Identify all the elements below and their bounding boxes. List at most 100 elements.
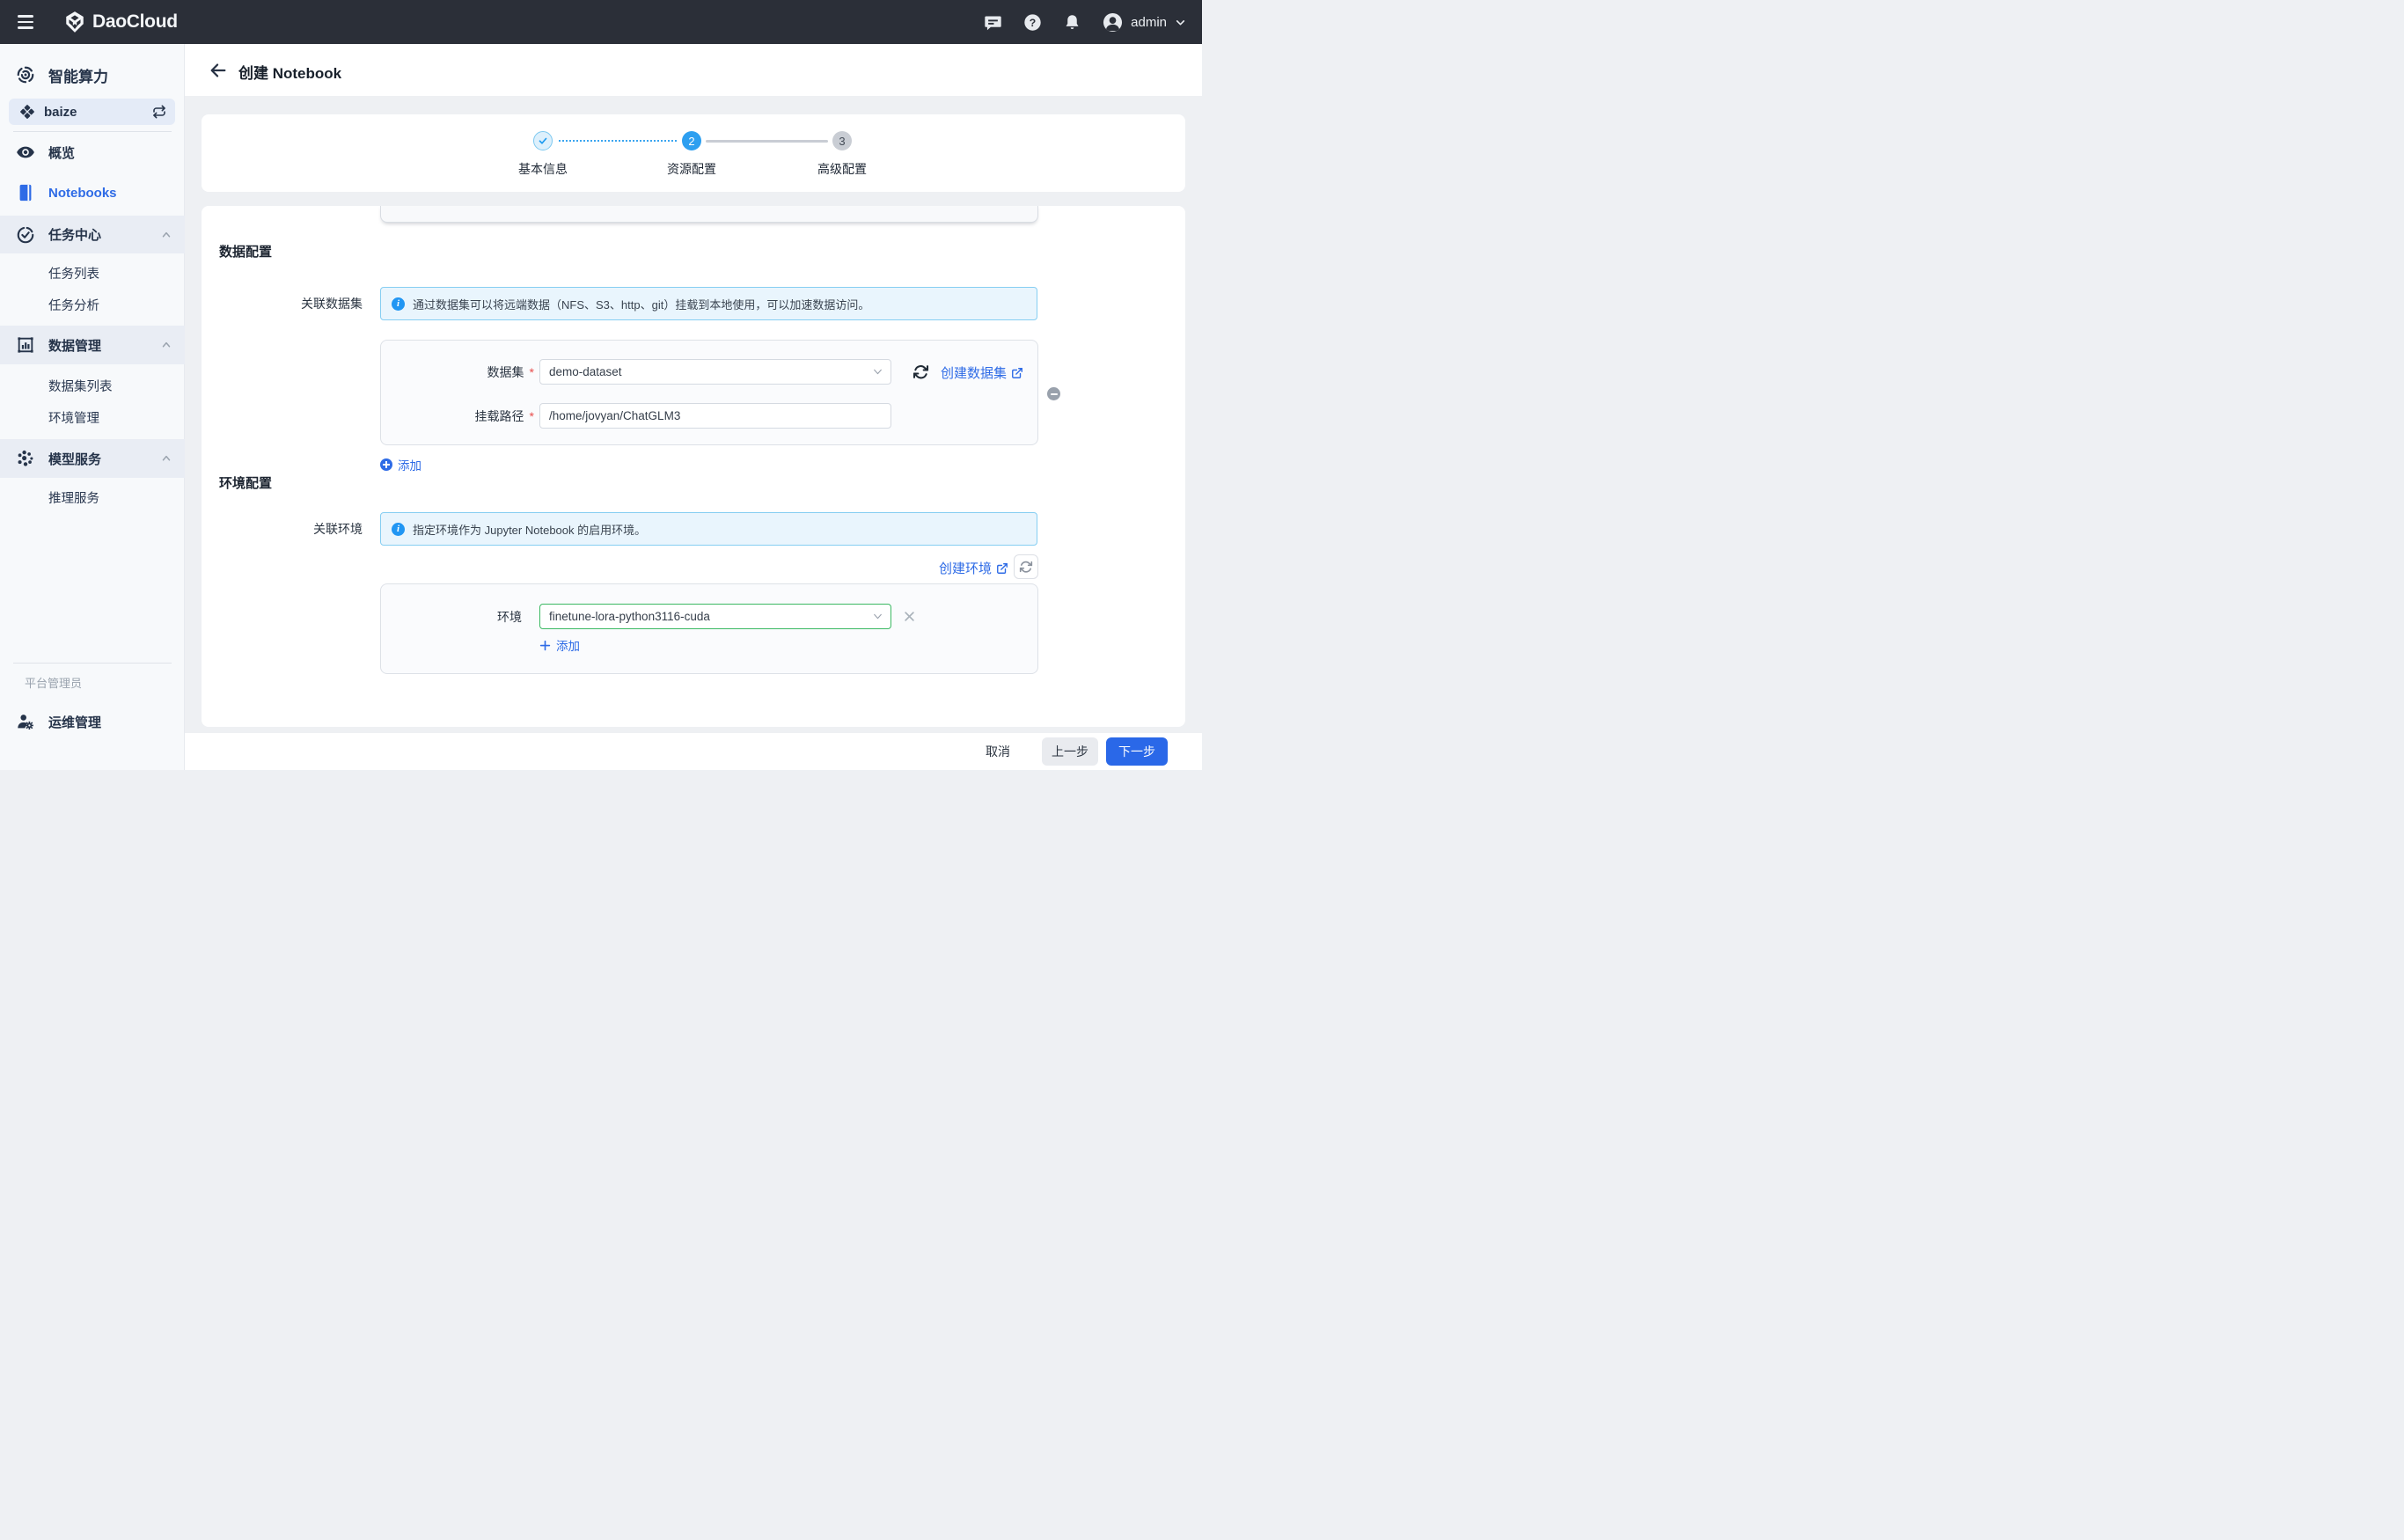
external-link-icon [1011,367,1023,379]
sidebar-product[interactable]: 智能算力 [0,59,185,91]
stepper-connector-pending [706,140,828,143]
sidebar-divider [13,131,172,132]
required-mark: * [530,409,534,423]
stepper-connector-done [559,140,677,142]
notifications-bell-icon[interactable] [1063,13,1081,32]
dataset-info-banner: i 通过数据集可以将远端数据（NFS、S3、http、git）挂载到本地使用，可… [380,287,1037,320]
sidebar-item-inference-svc[interactable]: 推理服务 [0,481,185,513]
mount-path-field-label: 挂载路径* [381,403,534,429]
refresh-icon [1019,560,1033,574]
remove-dataset-button[interactable] [1047,387,1060,400]
eye-icon [16,143,35,162]
main-area: 创建 Notebook 2 3 基本信息 资源配置 高级配置 数据配置 关联数据… [185,44,1202,770]
sidebar-product-label: 智能算力 [48,64,108,86]
form-card: 数据配置 关联数据集 i 通过数据集可以将远端数据（NFS、S3、http、gi… [202,206,1185,727]
chevron-down-icon [872,366,883,378]
remove-env-icon[interactable] [903,610,916,623]
sidebar-group-label: 任务中心 [48,225,101,244]
sidebar-item-dataset-list[interactable]: 数据集列表 [0,370,185,401]
sidebar-item-notebooks[interactable]: Notebooks [0,177,185,209]
svg-text:?: ? [1030,16,1036,28]
cancel-button[interactable]: 取消 [986,743,1010,760]
create-env-link[interactable]: 创建环境 [939,559,1008,577]
sidebar-item-env-mgmt[interactable]: 环境管理 [0,401,185,433]
chevron-down-icon [872,611,883,622]
brand-name: DaoCloud [92,11,178,33]
env-field-label: 环境 [381,604,522,629]
chevron-up-icon [160,452,172,465]
help-icon[interactable]: ? [1023,13,1042,32]
workspace-switch-icon[interactable] [152,105,166,119]
workspace-name: baize [44,105,77,120]
avatar [1103,12,1123,33]
sidebar: 智能算力 baize 概览 Notebooks 任务中心 任务列表 [0,44,185,770]
step-3-label: 高级配置 [798,160,886,178]
info-icon: i [392,523,405,536]
previous-step-button[interactable]: 上一步 [1042,737,1098,766]
workspace-selector[interactable]: baize [9,99,175,125]
chevron-down-icon [1175,17,1186,28]
top-bar: DaoCloud ? admin [0,0,1202,44]
add-env-button[interactable]: 添加 [539,636,580,654]
sidebar-group-task-center[interactable]: 任务中心 [0,216,185,253]
sidebar-item-task-analysis[interactable]: 任务分析 [0,289,185,320]
notebook-book-icon [16,183,35,202]
workspace-diamond-icon [19,104,35,120]
step-1-label: 基本信息 [499,160,587,178]
env-config-heading: 环境配置 [219,473,272,492]
wizard-footer: 取消 上一步 下一步 [185,733,1202,770]
model-nodes-icon [16,449,35,468]
env-group-card: 环境 finetune-lora-python3116-cuda 添加 [380,583,1038,674]
step-2-active[interactable]: 2 [682,131,701,150]
back-arrow-icon[interactable] [209,61,228,80]
sidebar-item-label: 运维管理 [48,713,101,731]
sidebar-item-task-list[interactable]: 任务列表 [0,257,185,289]
data-config-heading: 数据配置 [219,242,272,260]
compute-target-icon [16,65,35,84]
next-step-button[interactable]: 下一步 [1106,737,1168,766]
sidebar-item-ops-mgmt[interactable]: 运维管理 [0,706,185,737]
page-header: 创建 Notebook [185,44,1202,96]
ops-user-gear-icon [16,712,35,731]
sidebar-group-model-svc[interactable]: 模型服务 [0,439,185,478]
step-2-label: 资源配置 [648,160,736,178]
external-link-icon [996,562,1008,575]
plus-circle-icon [380,458,392,471]
sidebar-item-label: 任务分析 [48,296,99,314]
menu-icon[interactable] [18,12,35,32]
sidebar-item-label: 任务列表 [48,264,99,282]
sidebar-item-overview[interactable]: 概览 [0,136,185,168]
add-dataset-button[interactable]: 添加 [380,456,421,473]
mount-path-input[interactable] [539,403,891,429]
required-mark: * [530,365,534,379]
step-3-pending[interactable]: 3 [832,131,852,150]
sidebar-group-label: 数据管理 [48,336,101,355]
scrolled-field-partial[interactable] [380,206,1038,223]
daocloud-logo-icon [63,11,86,33]
check-icon [538,136,548,146]
data-chart-frame-icon [16,335,35,355]
sidebar-group-data-mgmt[interactable]: 数据管理 [0,326,185,364]
dataset-group-card: 数据集* demo-dataset 创建数据集 挂载路径* [380,340,1038,445]
chevron-up-icon [160,339,172,351]
sidebar-item-label: Notebooks [48,186,117,201]
sidebar-item-label: 数据集列表 [48,377,113,395]
plus-icon [539,640,551,651]
env-select[interactable]: finetune-lora-python3116-cuda [539,604,891,629]
task-check-circle-icon [16,225,35,245]
brand-logo[interactable]: DaoCloud [63,0,178,44]
refresh-datasets-icon[interactable] [912,363,929,380]
dataset-assoc-label: 关联数据集 [202,295,363,312]
refresh-envs-button[interactable] [1014,554,1038,579]
user-menu[interactable]: admin [1103,12,1186,33]
dataset-select[interactable]: demo-dataset [539,359,891,385]
create-dataset-link[interactable]: 创建数据集 [941,363,1023,382]
chevron-up-icon [160,229,172,241]
env-assoc-label: 关联环境 [202,520,363,538]
page-title: 创建 Notebook [238,61,341,83]
info-icon: i [392,297,405,311]
user-name: admin [1131,15,1167,30]
sidebar-divider [13,663,172,664]
messages-icon[interactable] [984,13,1002,32]
step-1-done[interactable] [533,131,553,150]
